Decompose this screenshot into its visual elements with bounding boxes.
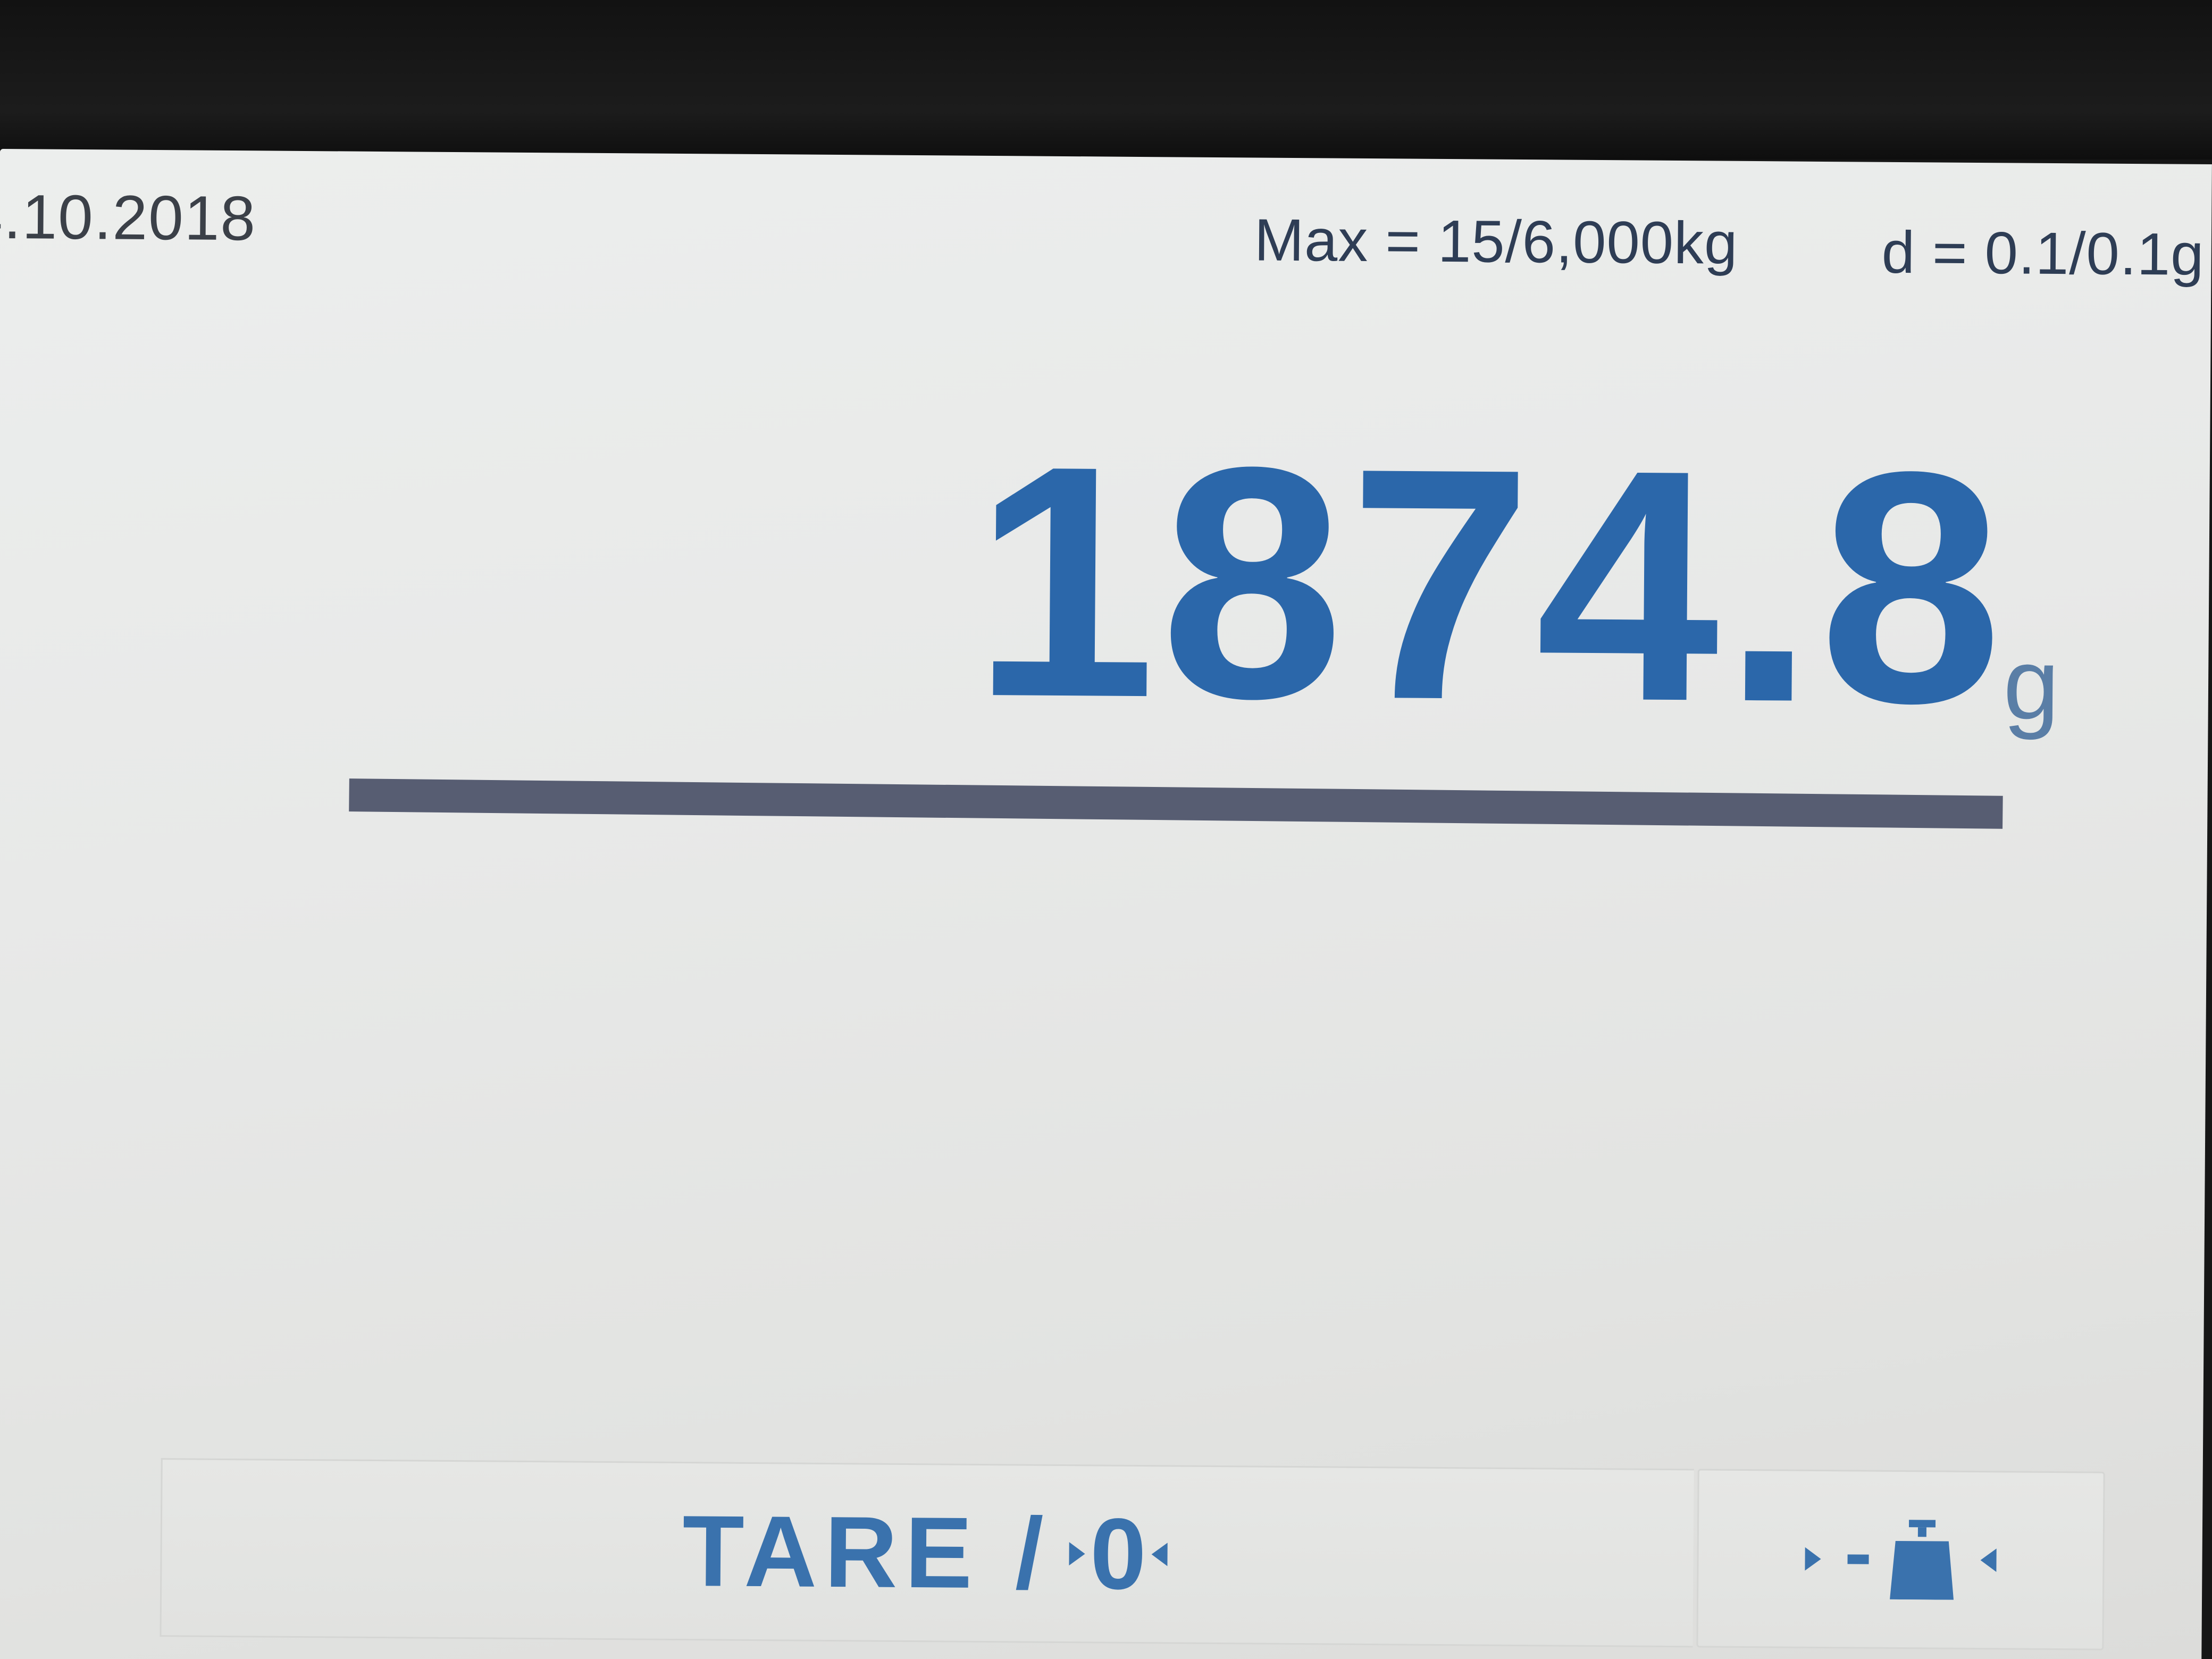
softkey-bar: TARE / 0: [160, 1458, 2150, 1659]
weight-unit: g: [2002, 627, 2060, 741]
division-text: d = 0.1/0.1g: [1881, 219, 2205, 288]
calibration-glyph: [1799, 1519, 2002, 1601]
tare-label: TARE /: [682, 1495, 1051, 1610]
zero-label: 0: [1090, 1497, 1147, 1611]
weight-readout: 1874.8 g: [347, 397, 2082, 773]
arrow-right-icon: [1805, 1547, 1821, 1571]
dash-icon: [1847, 1554, 1869, 1564]
calibration-weight-icon: [1890, 1520, 1954, 1600]
calibration-button[interactable]: [1696, 1469, 2105, 1650]
tare-zero-button[interactable]: TARE / 0: [160, 1458, 1694, 1648]
zero-icon: 0: [1063, 1496, 1173, 1612]
arrow-left-icon: [1980, 1548, 1997, 1572]
arrow-left-icon: [1151, 1543, 1168, 1566]
device-bezel: [0, 0, 2212, 160]
stability-indicator-bar: [349, 778, 2003, 829]
max-capacity-text: Max = 15/6,000kg: [1254, 206, 1738, 276]
date-text: 4.10.2018: [0, 181, 257, 254]
arrow-right-icon: [1068, 1542, 1085, 1566]
scale-display: 4.10.2018 Max = 15/6,000kg d = 0.1/0.1g …: [0, 149, 2212, 1659]
weight-value: 1874.8: [971, 397, 2008, 773]
